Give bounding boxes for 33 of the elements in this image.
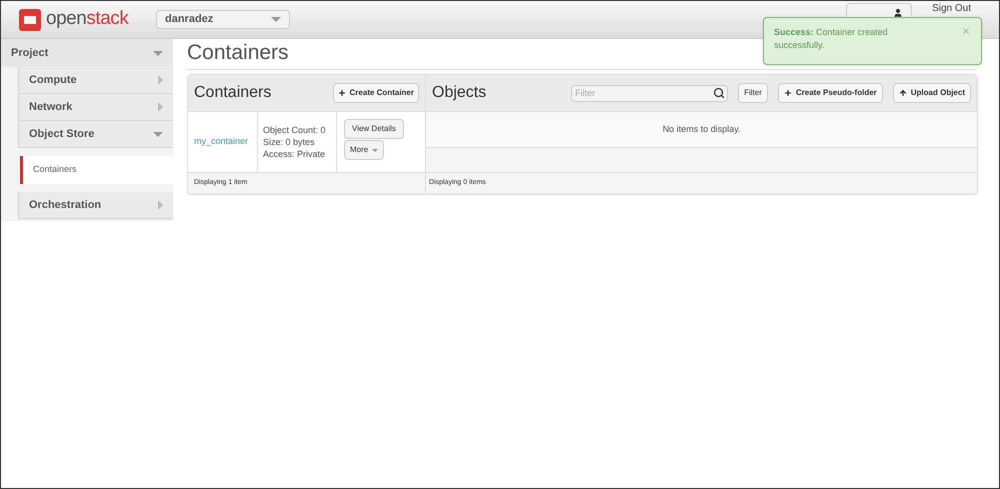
sidebar-section[interactable]: Project bbox=[1, 39, 173, 67]
container-detail: Size: 0 bytes bbox=[263, 136, 316, 148]
plus-icon bbox=[784, 89, 792, 97]
sidebar-item[interactable]: Compute bbox=[18, 67, 173, 94]
create-container-button[interactable]: Create Container bbox=[332, 83, 419, 103]
sidebar-item[interactable]: Orchestration bbox=[18, 192, 173, 219]
sidebar-item[interactable]: Object Store bbox=[18, 121, 173, 148]
search-icon bbox=[713, 86, 726, 98]
upload-object-button[interactable]: Upload Object bbox=[892, 83, 971, 103]
sidebar-item[interactable]: Network bbox=[18, 94, 173, 121]
project-selector[interactable]: danradez bbox=[156, 10, 290, 29]
sidebar-subitem[interactable]: Containers bbox=[20, 156, 173, 184]
panel-heading: Containers bbox=[194, 83, 272, 103]
caret-down-icon bbox=[153, 132, 163, 136]
plus-icon bbox=[338, 89, 346, 97]
filter-field[interactable]: Filter bbox=[571, 84, 728, 102]
caret-right-icon bbox=[158, 200, 163, 210]
create-folder-button[interactable]: Create Pseudo-folder bbox=[778, 83, 883, 103]
filter-button[interactable]: Filter bbox=[738, 83, 768, 103]
empty-message: No items to display. bbox=[662, 122, 740, 136]
caret-right-icon bbox=[158, 102, 163, 112]
user-icon bbox=[893, 8, 904, 18]
logo-text: openstack bbox=[46, 7, 128, 32]
caret-right-icon bbox=[158, 75, 163, 85]
arrow-up-icon bbox=[898, 89, 907, 97]
panel-heading: Objects bbox=[432, 83, 486, 103]
logo-icon bbox=[18, 8, 42, 32]
container-detail: Access: Private bbox=[263, 148, 326, 160]
view-details-button[interactable]: View Details bbox=[344, 119, 404, 139]
more-button[interactable]: More bbox=[344, 140, 384, 160]
container-detail: Object Count: 0 bbox=[263, 124, 327, 136]
sign-out-link[interactable]: Sign Out bbox=[932, 3, 971, 14]
caret-down-icon bbox=[153, 50, 163, 56]
